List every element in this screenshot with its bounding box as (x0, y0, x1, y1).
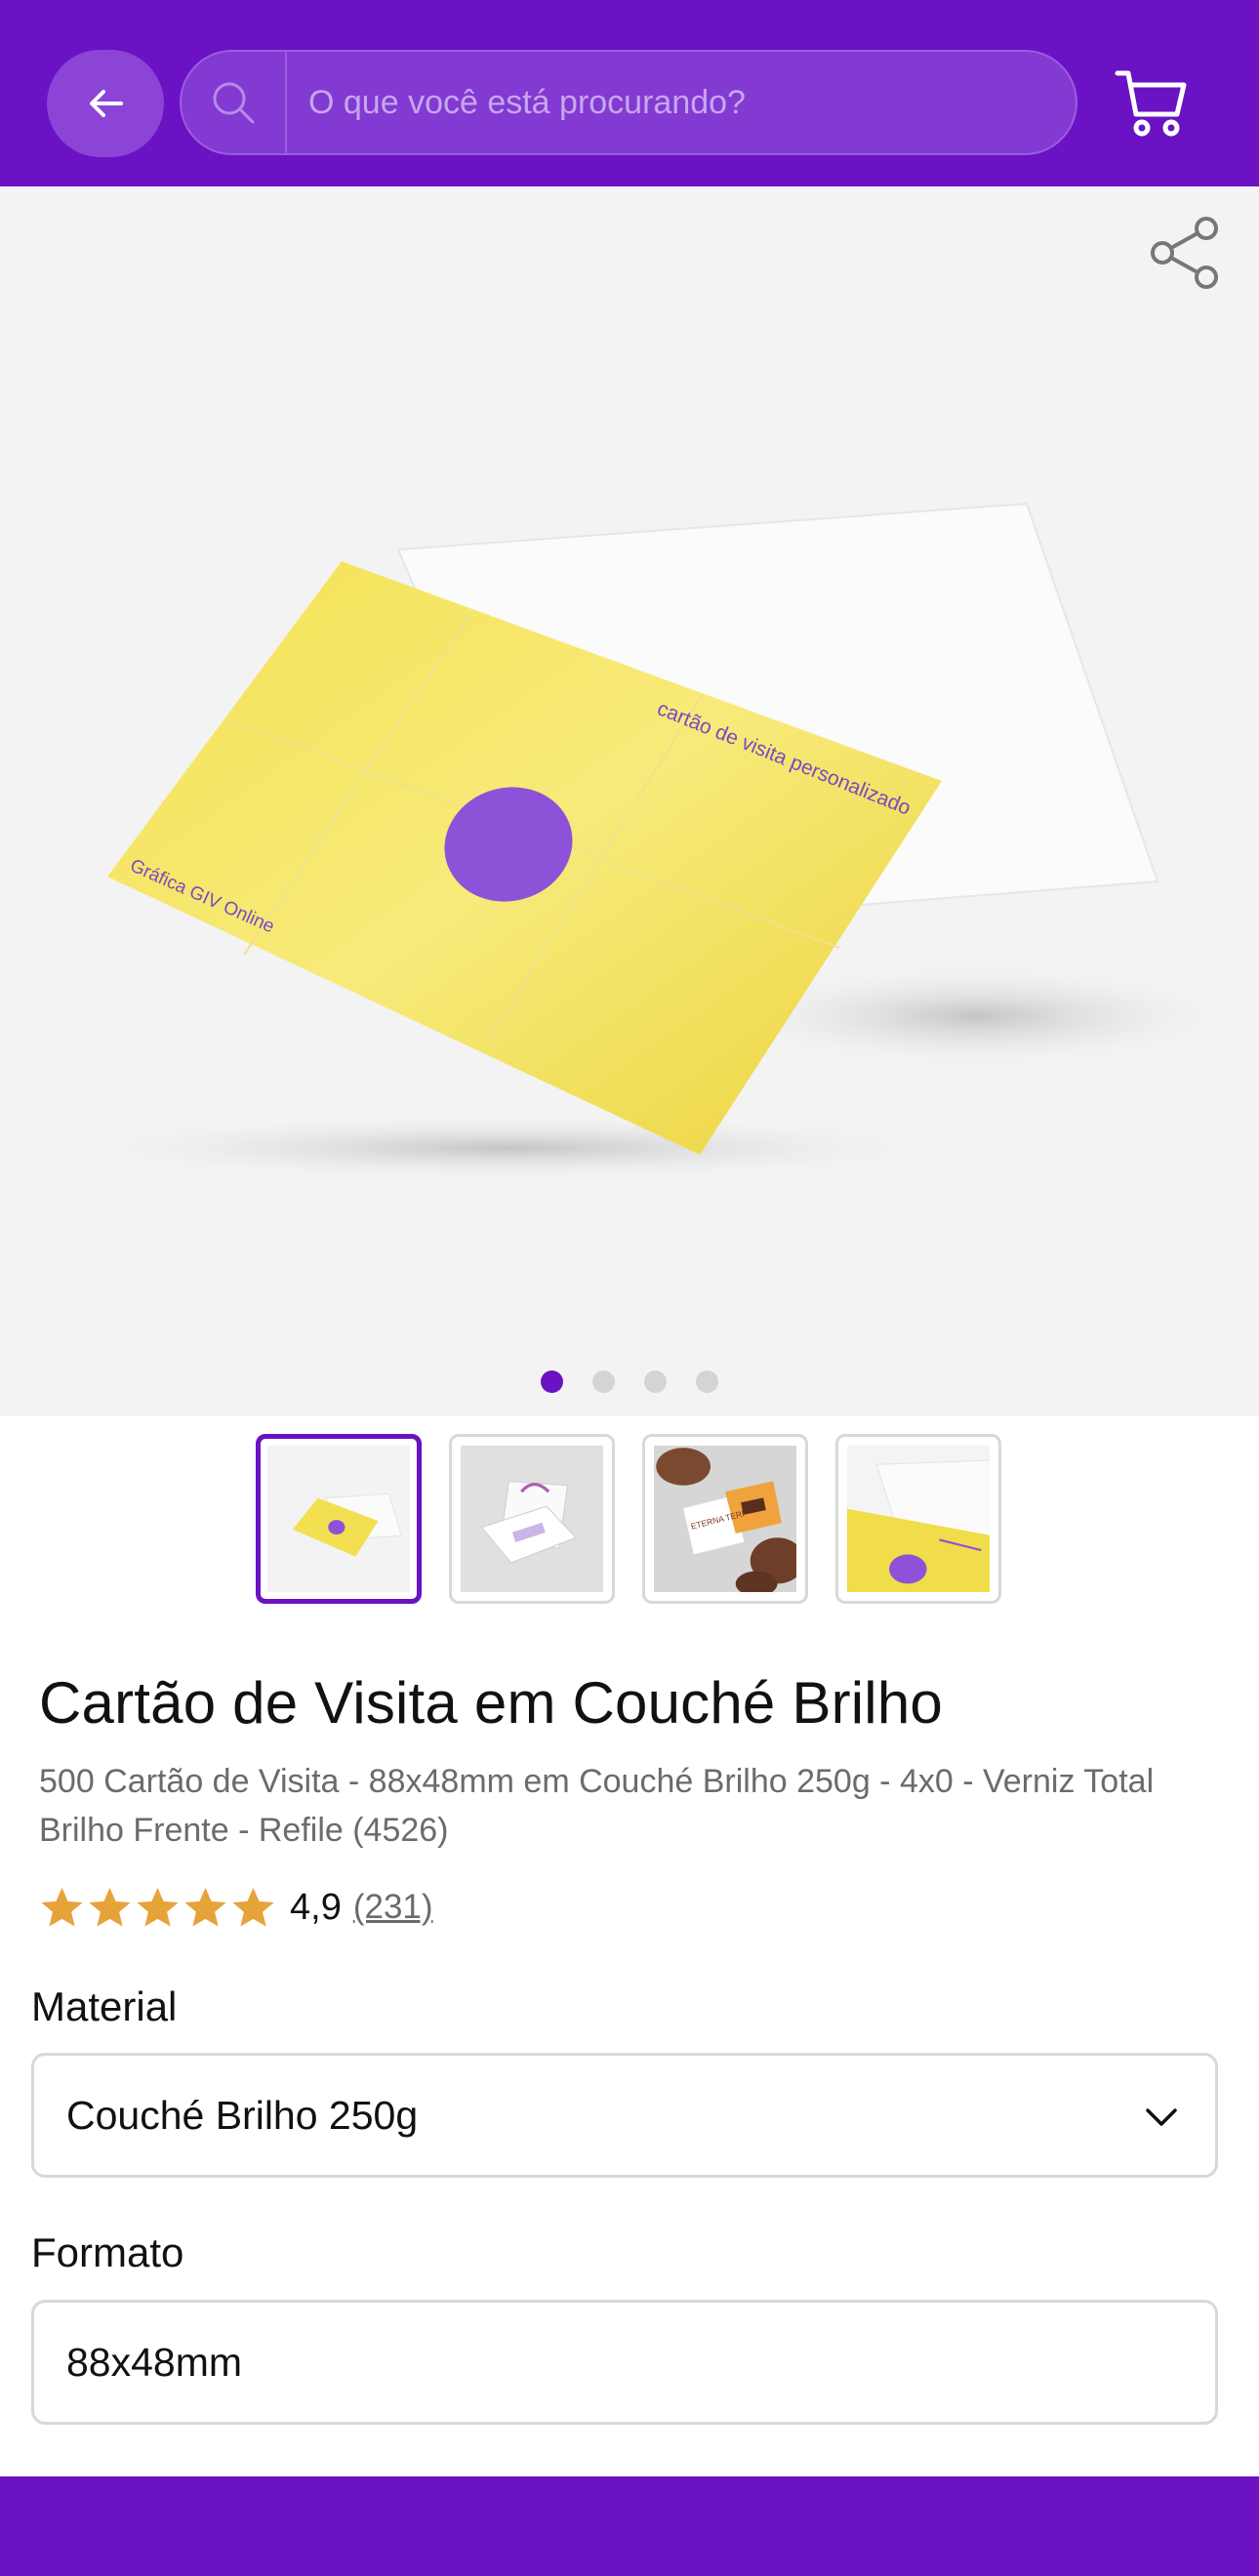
star-icon (232, 1887, 274, 1926)
rating-count-link[interactable]: (231) (353, 1888, 433, 1927)
product-title: Cartão de Visita em Couché Brilho (39, 1670, 943, 1736)
product-subtitle: 500 Cartão de Visita - 88x48mm em Couché… (39, 1763, 1155, 1849)
star-icon (184, 1887, 226, 1926)
formato-value: 88x48mm (66, 2339, 243, 2385)
material-label: Material (31, 1983, 178, 2029)
material-select[interactable]: Couché Brilho 250g (31, 2053, 1218, 2178)
star-icon (41, 1887, 83, 1926)
top-header (0, 0, 1259, 186)
star-icon (137, 1887, 179, 1926)
star-icon (89, 1887, 131, 1926)
search-bar[interactable] (180, 50, 1077, 155)
rating-stars (39, 1885, 276, 1931)
search-icon[interactable] (182, 52, 287, 153)
carousel-dot[interactable] (592, 1370, 615, 1393)
chevron-down-icon (1146, 2108, 1177, 2126)
thumbnail-strip: ETERNA TERI (256, 1434, 1001, 1604)
carousel-dot[interactable] (541, 1370, 563, 1393)
search-input[interactable] (287, 52, 1076, 153)
share-button[interactable] (1146, 214, 1224, 292)
bottom-action-bar (0, 2476, 1259, 2576)
carousel-dot[interactable] (644, 1370, 667, 1393)
thumbnail-4[interactable] (835, 1434, 1001, 1604)
material-value: Couché Brilho 250g (66, 2092, 419, 2138)
product-image-carousel[interactable]: cartão de visita personalizado Gráfica G… (0, 186, 1259, 1416)
back-button[interactable] (47, 50, 164, 157)
thumbnail-2[interactable] (449, 1434, 615, 1604)
share-icon (1151, 217, 1218, 289)
carousel-dot[interactable] (696, 1370, 718, 1393)
product-rating: 4,9 (231) (39, 1880, 433, 1935)
rating-value: 4,9 (290, 1886, 342, 1928)
arrow-left-icon (90, 90, 123, 117)
thumbnail-3[interactable]: ETERNA TERI (642, 1434, 808, 1604)
cart-icon (1115, 70, 1187, 137)
formato-label: Formato (31, 2229, 184, 2275)
thumbnail-1[interactable] (256, 1434, 422, 1604)
cart-button[interactable] (1113, 59, 1191, 146)
formato-select[interactable]: 88x48mm (31, 2300, 1218, 2425)
product-image: cartão de visita personalizado Gráfica G… (39, 502, 1249, 1182)
carousel-indicators (0, 1370, 1259, 1393)
